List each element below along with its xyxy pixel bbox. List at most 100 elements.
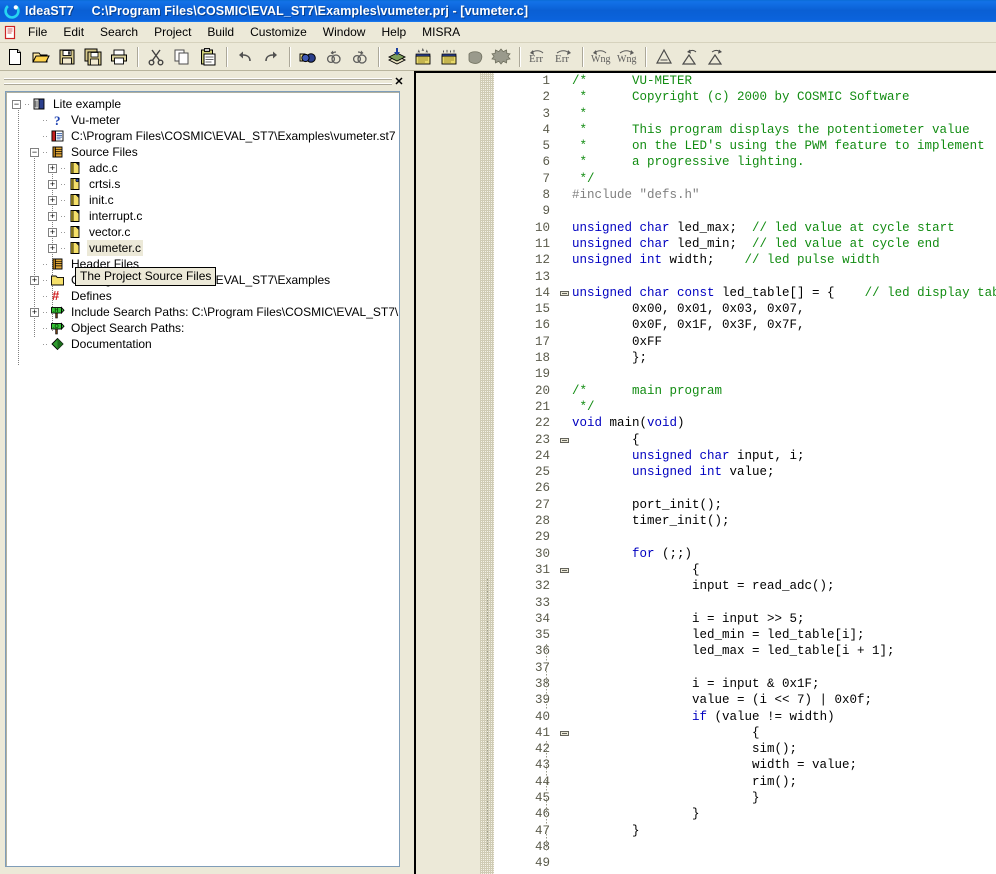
prev-warning-icon[interactable]: Wng bbox=[589, 45, 613, 69]
code-line[interactable]: 19 bbox=[494, 366, 996, 382]
code-line[interactable]: 29 bbox=[494, 529, 996, 545]
tree-item-init-c[interactable]: + ·· init.c bbox=[12, 192, 399, 208]
code-line[interactable]: 15 0x00, 0x01, 0x03, 0x07, bbox=[494, 301, 996, 317]
code-line[interactable]: 42 sim(); bbox=[494, 741, 996, 757]
next-error-icon[interactable]: Err bbox=[552, 45, 576, 69]
code-line[interactable]: 26 bbox=[494, 480, 996, 496]
prev-error-icon[interactable]: Err bbox=[526, 45, 550, 69]
code-line[interactable]: 41 { bbox=[494, 725, 996, 741]
menu-window[interactable]: Window bbox=[315, 23, 374, 42]
menu-misra[interactable]: MISRA bbox=[414, 23, 468, 42]
expand-toggle-icon[interactable]: + bbox=[48, 179, 57, 189]
redo-arrow-icon[interactable] bbox=[259, 45, 283, 69]
code-editor[interactable]: 1/* VU-METER 2 * Copyright (c) 2000 by CO… bbox=[416, 73, 996, 874]
code-line[interactable]: 9 bbox=[494, 203, 996, 219]
cut-scissors-icon[interactable] bbox=[144, 45, 168, 69]
misra-next-icon[interactable] bbox=[704, 45, 728, 69]
project-tree[interactable]: − ·· Lite example ··? Vu-meter ·· C:\Program F… bbox=[5, 91, 400, 867]
code-line[interactable]: 21 */ bbox=[494, 399, 996, 415]
save-icon[interactable] bbox=[55, 45, 79, 69]
menu-search[interactable]: Search bbox=[92, 23, 146, 42]
code-line[interactable]: 27 port_init(); bbox=[494, 497, 996, 513]
menu-customize[interactable]: Customize bbox=[242, 23, 315, 42]
tree-item-adc-c[interactable]: + ·· adc.c bbox=[12, 160, 399, 176]
code-line[interactable]: 8 #include "defs.h" bbox=[494, 187, 996, 203]
tree-item-defines[interactable]: ·· # Defines bbox=[12, 288, 399, 304]
next-warning-icon[interactable]: Wng bbox=[615, 45, 639, 69]
tree-item-vector-c[interactable]: + ·· vector.c bbox=[12, 224, 399, 240]
menu-file[interactable]: File bbox=[20, 23, 55, 42]
code-line[interactable]: 25 unsigned int value; bbox=[494, 464, 996, 480]
code-line[interactable]: 44 rim(); bbox=[494, 774, 996, 790]
expand-toggle-icon[interactable]: + bbox=[48, 243, 57, 253]
new-file-icon[interactable] bbox=[3, 45, 27, 69]
code-text-area[interactable]: 1/* VU-METER 2 * Copyright (c) 2000 by CO… bbox=[494, 73, 996, 874]
menu-build[interactable]: Build bbox=[199, 23, 242, 42]
collapse-toggle-icon[interactable]: − bbox=[12, 99, 21, 109]
code-line[interactable]: 46 } bbox=[494, 806, 996, 822]
code-line[interactable]: 49 bbox=[494, 855, 996, 871]
code-line[interactable]: 34 i = input >> 5; bbox=[494, 611, 996, 627]
misra-check-icon[interactable] bbox=[652, 45, 676, 69]
code-line[interactable]: 11 unsigned char led_min; // led value at… bbox=[494, 236, 996, 252]
code-line[interactable]: 28 timer_init(); bbox=[494, 513, 996, 529]
save-all-icon[interactable] bbox=[81, 45, 105, 69]
tree-item-lite-example[interactable]: − ·· Lite example bbox=[12, 96, 399, 112]
code-line[interactable]: 47 } bbox=[494, 823, 996, 839]
expand-toggle-icon[interactable]: + bbox=[48, 211, 57, 221]
menu-help[interactable]: Help bbox=[373, 23, 414, 42]
compile-file-icon[interactable] bbox=[411, 45, 435, 69]
code-line[interactable]: 33 bbox=[494, 595, 996, 611]
tree-item-interrupt-c[interactable]: + ·· interrupt.c bbox=[12, 208, 399, 224]
code-line[interactable]: 5 * on the LED's using the PWM feature t… bbox=[494, 138, 996, 154]
code-line[interactable]: 22 void main(void) bbox=[494, 415, 996, 431]
code-line[interactable]: 10 unsigned char led_max; // led value at… bbox=[494, 220, 996, 236]
code-line[interactable]: 30 for (;;) bbox=[494, 546, 996, 562]
code-line[interactable]: 3 * bbox=[494, 106, 996, 122]
menu-edit[interactable]: Edit bbox=[55, 23, 92, 42]
code-line[interactable]: 1 /* VU-METER bbox=[494, 73, 996, 89]
code-line[interactable]: 14 unsigned char const led_table[] = { //… bbox=[494, 285, 996, 301]
open-folder-icon[interactable] bbox=[29, 45, 53, 69]
misra-prev-icon[interactable] bbox=[678, 45, 702, 69]
find-previous-icon[interactable] bbox=[322, 45, 346, 69]
tree-item-object-search-paths[interactable]: ·· .O Object Search Paths: bbox=[12, 320, 399, 336]
tree-item-c-program-files-cosmic-eval-st7-examples-vumeter-st7[interactable]: ·· C:\Program Files\COSMIC\EVAL_ST7\Examp… bbox=[12, 128, 399, 144]
code-line[interactable]: 43 width = value; bbox=[494, 757, 996, 773]
expand-toggle-icon[interactable]: + bbox=[30, 275, 39, 285]
tree-item-crtsi-s[interactable]: + ·· crtsi.s bbox=[12, 176, 399, 192]
collapse-toggle-icon[interactable]: − bbox=[30, 147, 39, 157]
code-line[interactable]: 16 0x0F, 0x1F, 0x3F, 0x7F, bbox=[494, 317, 996, 333]
tree-item-vu-meter[interactable]: ··? Vu-meter bbox=[12, 112, 399, 128]
code-line[interactable]: 23 { bbox=[494, 432, 996, 448]
fold-collapse-icon[interactable] bbox=[560, 730, 569, 736]
code-line[interactable]: 6 * a progressive lighting. bbox=[494, 154, 996, 170]
tree-item-include-search-paths-c-program-files-cosmic-eval-st7-hst7-c[interactable]: + ·· .H Include Search Paths: C:\Program Fi… bbox=[12, 304, 399, 320]
code-line[interactable]: 17 0xFF bbox=[494, 334, 996, 350]
code-line[interactable]: 7 */ bbox=[494, 171, 996, 187]
code-line[interactable]: 4 * This program displays the potentiome… bbox=[494, 122, 996, 138]
code-line[interactable]: 39 value = (i << 7) | 0x0f; bbox=[494, 692, 996, 708]
rebuild-all-icon[interactable] bbox=[437, 45, 461, 69]
code-line[interactable]: 31 { bbox=[494, 562, 996, 578]
code-line[interactable]: 35 led_min = led_table[i]; bbox=[494, 627, 996, 643]
copy-icon[interactable] bbox=[170, 45, 194, 69]
find-binoculars-icon[interactable] bbox=[296, 45, 320, 69]
fold-collapse-icon[interactable] bbox=[560, 437, 569, 443]
tree-item-vumeter-c[interactable]: + ·· vumeter.c bbox=[12, 240, 399, 256]
menu-project[interactable]: Project bbox=[146, 23, 199, 42]
code-line[interactable]: 12 unsigned int width; // led pulse width bbox=[494, 252, 996, 268]
code-line[interactable]: 2 * Copyright (c) 2000 by COSMIC Softwar… bbox=[494, 89, 996, 105]
stop-build-icon[interactable] bbox=[489, 45, 513, 69]
code-line[interactable]: 18 }; bbox=[494, 350, 996, 366]
expand-toggle-icon[interactable]: + bbox=[48, 195, 57, 205]
code-line[interactable]: 32 input = read_adc(); bbox=[494, 578, 996, 594]
code-line[interactable]: 40 if (value != width) bbox=[494, 709, 996, 725]
fold-collapse-icon[interactable] bbox=[560, 567, 569, 573]
code-line[interactable]: 48 bbox=[494, 839, 996, 855]
fold-collapse-icon[interactable] bbox=[560, 290, 569, 296]
execute-icon[interactable] bbox=[463, 45, 487, 69]
print-icon[interactable] bbox=[107, 45, 131, 69]
expand-toggle-icon[interactable]: + bbox=[30, 307, 39, 317]
expand-toggle-icon[interactable]: + bbox=[48, 163, 57, 173]
